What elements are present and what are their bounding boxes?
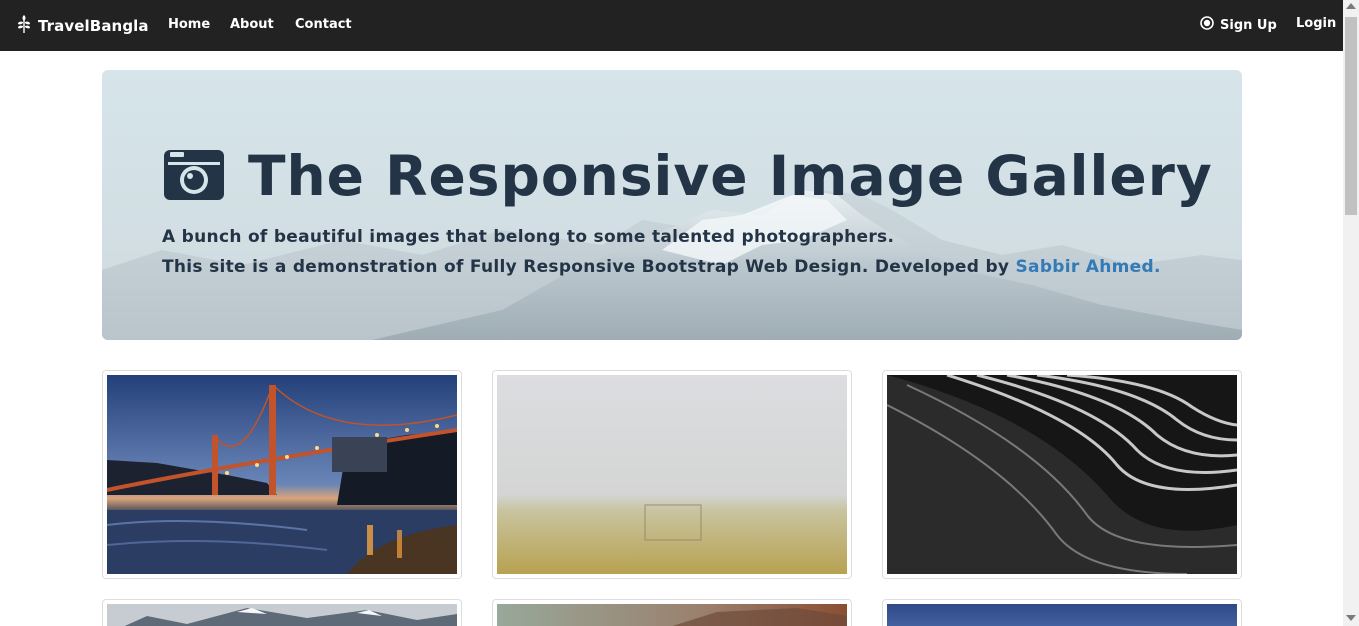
user-circle-icon xyxy=(1200,16,1214,34)
nav-about[interactable]: About xyxy=(230,17,274,32)
gallery-thumbnail[interactable] xyxy=(882,599,1242,626)
signup-label: Sign Up xyxy=(1220,17,1277,33)
nav-contact[interactable]: Contact xyxy=(295,17,352,32)
blue-sky-photo-icon xyxy=(887,604,1237,626)
leaf-icon xyxy=(17,14,31,38)
login-label: Login xyxy=(1296,16,1337,31)
golden-gate-bridge-photo-icon xyxy=(107,375,457,574)
navbar: TravelBangla Home About Contact Sign Up … xyxy=(0,0,1343,51)
snowy-mountains-photo-icon xyxy=(107,604,457,626)
hero-jumbotron: The Responsive Image Gallery A bunch of … xyxy=(102,70,1242,340)
foggy-field-goalpost-photo-icon xyxy=(497,375,847,574)
brand[interactable]: TravelBangla xyxy=(17,14,149,38)
page-scrollbar[interactable] xyxy=(1343,0,1359,626)
page: TravelBangla Home About Contact Sign Up … xyxy=(0,0,1359,626)
author-link[interactable]: Sabbir Ahmed xyxy=(1016,257,1154,277)
scroll-thumb[interactable] xyxy=(1345,17,1357,215)
gallery-thumbnail[interactable] xyxy=(882,370,1242,579)
login-button[interactable]: Login xyxy=(1296,16,1336,31)
gallery-thumbnail[interactable] xyxy=(102,370,462,579)
hero-line-1: A bunch of beautiful images that belong … xyxy=(162,227,895,247)
scroll-up-arrow-icon[interactable] xyxy=(1346,3,1356,9)
page-title: The Responsive Image Gallery xyxy=(248,144,1213,208)
hero-line-2-suffix: . xyxy=(1153,257,1161,277)
gallery-thumbnail[interactable] xyxy=(492,370,852,579)
camera-icon xyxy=(162,146,226,206)
gallery-thumbnail[interactable] xyxy=(102,599,462,626)
nav-home[interactable]: Home xyxy=(168,17,210,32)
scroll-down-arrow-icon[interactable] xyxy=(1346,615,1356,621)
hero-title-row: The Responsive Image Gallery xyxy=(162,144,1213,208)
hero-line-2: This site is a demonstration of Fully Re… xyxy=(162,252,1161,282)
abstract-architecture-photo-icon xyxy=(887,375,1237,574)
hero-line-2-text: This site is a demonstration of Fully Re… xyxy=(162,257,1016,277)
sunset-landscape-photo-icon xyxy=(497,604,847,626)
gallery-thumbnail[interactable] xyxy=(492,599,852,626)
signup-button[interactable]: Sign Up xyxy=(1200,16,1277,34)
hero-description: A bunch of beautiful images that belong … xyxy=(162,222,1161,282)
brand-label: TravelBangla xyxy=(38,17,149,35)
